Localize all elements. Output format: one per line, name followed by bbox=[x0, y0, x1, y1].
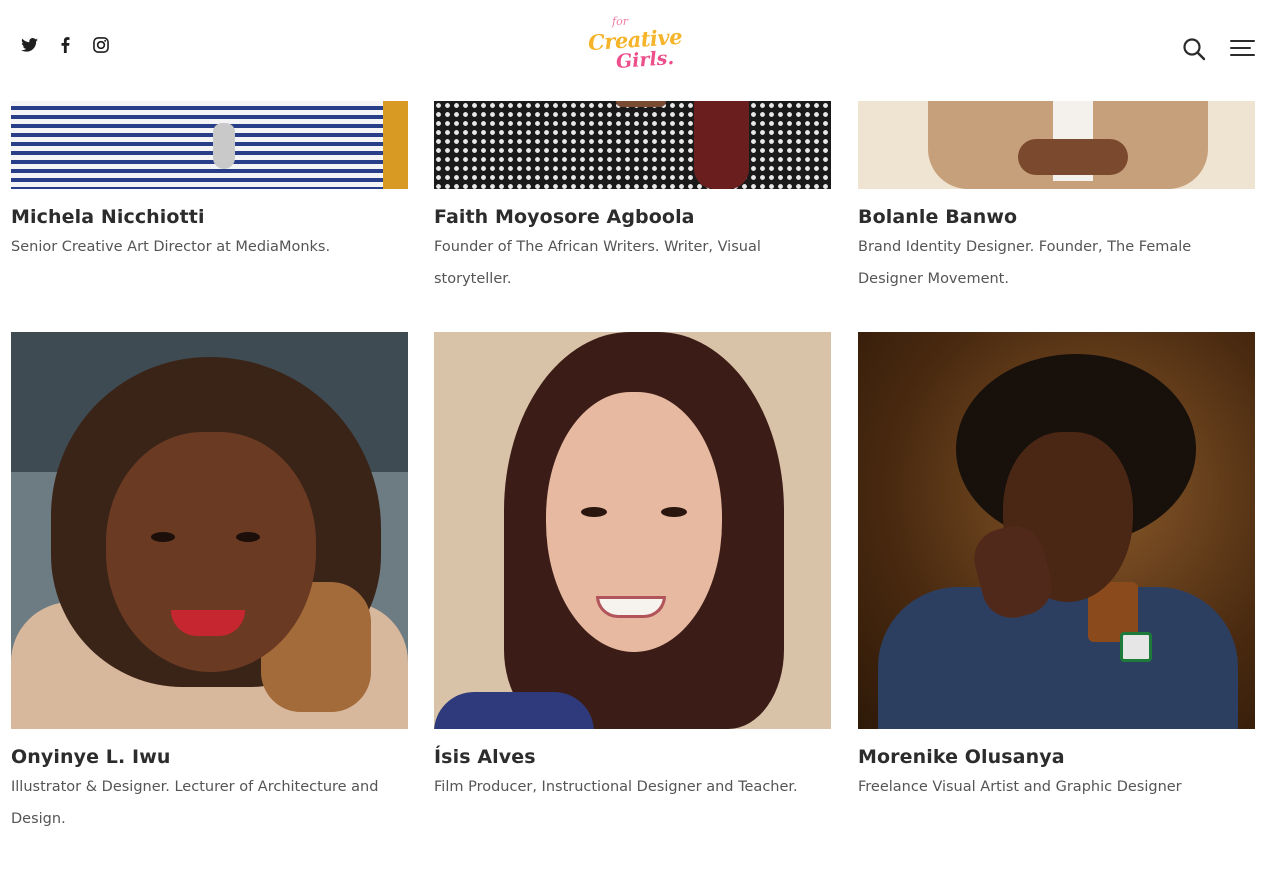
person-photo[interactable] bbox=[858, 332, 1255, 729]
person-name[interactable]: Ísis Alves bbox=[434, 746, 831, 768]
person-photo[interactable] bbox=[434, 332, 831, 729]
social-links bbox=[20, 35, 110, 55]
site-header: for Creative Girls. bbox=[0, 0, 1266, 101]
person-card: Morenike Olusanya Freelance Visual Artis… bbox=[858, 332, 1255, 803]
search-icon[interactable] bbox=[1182, 37, 1206, 61]
logo-for-text: for bbox=[612, 15, 628, 28]
person-name[interactable]: Michela Nicchiotti bbox=[11, 206, 408, 228]
logo-girls-text: Girls. bbox=[615, 47, 675, 73]
facebook-icon[interactable] bbox=[56, 35, 74, 55]
person-card: Faith Moyosore Agboola Founder of The Af… bbox=[434, 101, 831, 295]
person-name[interactable]: Onyinye L. Iwu bbox=[11, 746, 408, 768]
person-description: Brand Identity Designer. Founder, The Fe… bbox=[858, 239, 1192, 287]
person-photo[interactable] bbox=[434, 101, 831, 189]
person-name[interactable]: Bolanle Banwo bbox=[858, 206, 1255, 228]
person-description: Senior Creative Art Director at MediaMon… bbox=[11, 239, 331, 255]
site-logo[interactable]: for Creative Girls. bbox=[584, 14, 683, 78]
person-card: Michela Nicchiotti Senior Creative Art D… bbox=[11, 101, 408, 263]
person-description: Founder of The African Writers. Writer, … bbox=[434, 239, 761, 287]
instagram-icon[interactable] bbox=[92, 35, 110, 55]
person-card: Ísis Alves Film Producer, Instructional … bbox=[434, 332, 831, 803]
person-card: Onyinye L. Iwu Illustrator & Designer. L… bbox=[11, 332, 408, 835]
person-description: Illustrator & Designer. Lecturer of Arch… bbox=[11, 779, 379, 827]
person-name[interactable]: Morenike Olusanya bbox=[858, 746, 1255, 768]
person-photo[interactable] bbox=[11, 332, 408, 729]
person-photo[interactable] bbox=[11, 101, 408, 189]
person-description: Freelance Visual Artist and Graphic Desi… bbox=[858, 779, 1182, 795]
menu-icon[interactable] bbox=[1230, 40, 1255, 58]
person-card: Bolanle Banwo Brand Identity Designer. F… bbox=[858, 101, 1255, 295]
twitter-icon[interactable] bbox=[20, 35, 38, 55]
person-description: Film Producer, Instructional Designer an… bbox=[434, 779, 798, 795]
person-name[interactable]: Faith Moyosore Agboola bbox=[434, 206, 831, 228]
person-photo[interactable] bbox=[858, 101, 1255, 189]
